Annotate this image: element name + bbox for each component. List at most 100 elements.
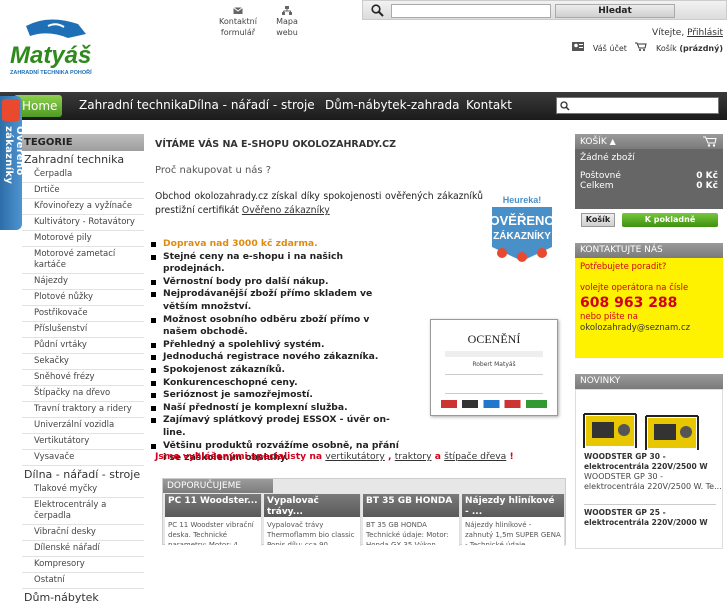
category-item[interactable]: Motorové pily (22, 231, 144, 247)
why-heading: Proč nakupovat u nás ? (155, 165, 272, 176)
cart-link[interactable]: Košík (prázdný) (635, 42, 723, 53)
product-card[interactable]: Nájezdy hliníkové - ... Nájezdy hliníkov… (462, 494, 565, 546)
news-divider (584, 504, 716, 505)
category-item[interactable]: Kultivátory - Rotavátory (22, 215, 144, 231)
generator-image[interactable] (582, 402, 638, 452)
category-item[interactable]: Čerpadla (22, 167, 144, 183)
link-stipace-dreva[interactable]: štípače dřeva (444, 451, 506, 462)
category-item[interactable]: Křovinořezy a vyžínače (22, 199, 144, 215)
category-item[interactable]: Vysavače (22, 450, 144, 466)
site-logo[interactable]: Matyáš ZAHRADNÍ TECHNIKA POHOŘÍ (8, 18, 108, 78)
nav-zahradni-technika[interactable]: Zahradní technika (79, 97, 188, 114)
svg-text:ZAHRADNÍ TECHNIKA POHOŘÍ: ZAHRADNÍ TECHNIKA POHOŘÍ (10, 68, 92, 76)
product-card[interactable]: BT 35 GB HONDA BT 35 GB HONDA Technické … (363, 494, 460, 546)
verified-link[interactable]: Ověřeno zákazníky (242, 205, 330, 216)
heureka-badge[interactable]: Heureka! OVĚŘENO ZÁKAZNÍKY (482, 189, 562, 269)
account-link[interactable]: Váš účet (572, 42, 629, 53)
contact-form-link[interactable]: Kontaktní formulář (215, 6, 261, 38)
product-card[interactable]: Vypalovač trávy... Vypalovač trávy Therm… (264, 494, 361, 546)
category-item[interactable]: Travní traktory a ridery (22, 402, 144, 418)
welcome-text: Vítejte, Přihlásit (652, 28, 723, 38)
specialists-end: ! (509, 451, 514, 462)
category-item[interactable]: Vibrační desky (22, 525, 144, 541)
sitemap-link[interactable]: Mapa webu (270, 6, 304, 38)
total-label: Celkem (580, 181, 614, 191)
category-item[interactable]: Plotové nůžky (22, 290, 144, 306)
category-item[interactable]: Sekačky (22, 354, 144, 370)
category-list: Tlakové myčky Elektrocentrály a čerpadla V… (22, 482, 144, 589)
envelope-icon (233, 7, 243, 14)
search-icon (371, 4, 384, 17)
phone-number[interactable]: 608 963 288 (580, 294, 718, 312)
category-item[interactable]: Štípačky na dřevo (22, 386, 144, 402)
category-item[interactable]: Motorové zametací kartáče (22, 247, 144, 274)
svg-text:Matyáš: Matyáš (10, 42, 91, 69)
cart-state: (prázdný) (679, 44, 723, 53)
page-title: VÍTÁME VÁS NA E-SHOPU OKOLOZAHRADY.CZ (155, 139, 397, 150)
cart-header-label: KOŠÍK (580, 137, 607, 147)
category-item[interactable]: Sněhové frézy (22, 370, 144, 386)
news-item-title[interactable]: WOODSTER GP 25 - elektrocentrála 220V/20… (584, 508, 722, 528)
nav-search-input[interactable] (556, 97, 719, 114)
product-desc: Vypalovač trávy Thermoflamm bio classic … (267, 521, 355, 545)
specialists-and: a (434, 451, 441, 462)
link-traktory[interactable]: traktory (395, 451, 432, 462)
news-body: WOODSTER GP 30 - elektrocentrála 220V/25… (575, 389, 723, 549)
checkout-button[interactable]: K pokladně (622, 213, 718, 227)
category-item[interactable]: Půdní vrtáky (22, 338, 144, 354)
search-input[interactable] (391, 4, 551, 18)
category-zahradni-technika[interactable]: Zahradní technika (22, 151, 144, 167)
category-item[interactable]: Drtiče (22, 183, 144, 199)
cart-icon (703, 136, 717, 147)
category-item[interactable]: Vertikutátory (22, 434, 144, 450)
main-navigation: Home Zahradní technika Dílna - nářadí - … (0, 92, 727, 120)
category-item[interactable]: Univerzální vozidla (22, 418, 144, 434)
nav-dilna[interactable]: Dílna - nářadí - stroje (188, 97, 315, 114)
benefit-item: Doprava nad 3000 kč zdarma. (150, 238, 400, 251)
login-link[interactable]: Přihlásit (687, 28, 723, 38)
specialists-prefix: Jsme vyhlášenými specialisty na (155, 451, 323, 462)
contact-header: KONTAKTUJTE NÁS (575, 243, 723, 258)
category-item[interactable]: Dílenské nářadí (22, 541, 144, 557)
category-item[interactable]: Postřikovače (22, 306, 144, 322)
benefit-item: Konkurenceschopné ceny. (150, 377, 400, 390)
cart-empty-label: Žádné zboží (580, 153, 635, 163)
product-card[interactable]: PC 11 Woodster... PC 11 Woodster vibračn… (165, 494, 262, 546)
news-box: NOVINKY WOODSTER GP 30 - elektrocentrála… (575, 374, 723, 549)
news-item-desc: WOODSTER GP 30 - elektrocentrála 220V/25… (584, 472, 722, 491)
benefit-item: Možnost osobního odběru zboží přímo v na… (150, 314, 400, 339)
nav-dum-nabytek[interactable]: Dům-nábytek-zahrada (325, 97, 459, 114)
welcome-label: Vítejte, (652, 28, 685, 38)
category-dum-nabytek[interactable]: Dům-nábytek (22, 589, 144, 605)
total-value: 0 Kč (696, 181, 718, 191)
nav-kontakt[interactable]: Kontakt (466, 97, 512, 114)
news-item-title[interactable]: WOODSTER GP 30 - elektrocentrála 220V/25… (584, 452, 722, 472)
cart-label: Košík (656, 44, 677, 53)
cart-button[interactable]: Košík (581, 213, 615, 227)
category-item[interactable]: Kompresory (22, 557, 144, 573)
category-item[interactable]: Příslušenství (22, 322, 144, 338)
product-desc: Nájezdy hliníkové - zahnutý 1,5m SUPER G… (465, 521, 561, 545)
link-vertikutatory[interactable]: vertikutátory (325, 451, 385, 462)
search-button[interactable]: Hledat (555, 4, 675, 18)
shipping-label: Poštovné (580, 171, 621, 181)
top-search-bar: Hledat (362, 0, 727, 20)
benefit-item: Zajímavý splátkový prodej ESSOX - úvěr o… (150, 414, 400, 439)
benefit-item: Jednoduchá registrace nového zákazníka. (150, 351, 400, 364)
contact-form-label: Kontaktní formulář (219, 17, 257, 37)
category-item[interactable]: Elektrocentrály a čerpadla (22, 498, 144, 525)
category-list: Čerpadla Drtiče Křovinořezy a vyžínače Kult… (22, 167, 144, 466)
product-title: Nájezdy hliníkové - ... (462, 494, 564, 517)
contact-email[interactable]: okolozahrady@seznam.cz (580, 323, 718, 334)
category-dilna[interactable]: Dílna - nářadí - stroje (22, 466, 144, 482)
category-item[interactable]: Ostatní (22, 573, 144, 589)
cart-icon (635, 42, 648, 51)
search-icon (560, 101, 570, 111)
product-title: PC 11 Woodster... (165, 494, 261, 517)
category-item[interactable]: Nájezdy (22, 274, 144, 290)
verified-customers-tab[interactable]: Ověřeno zákazníky (0, 96, 25, 230)
benefit-item: Spokojenost zákazníků. (150, 364, 400, 377)
chevron-up-icon[interactable]: ▲ (610, 137, 616, 146)
generator-image-2[interactable] (644, 404, 700, 454)
category-item[interactable]: Tlakové myčky (22, 482, 144, 498)
